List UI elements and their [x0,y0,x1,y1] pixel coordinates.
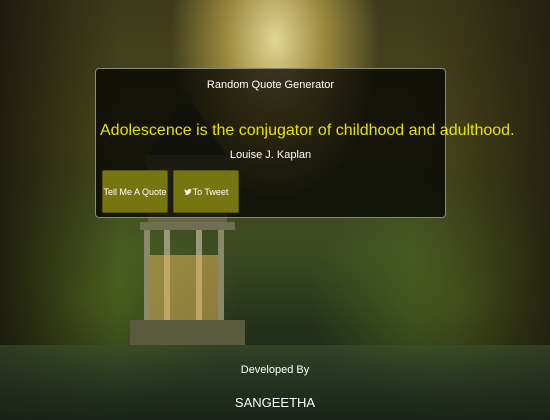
quote-text: Adolescence is the conjugator of childho… [100,122,515,139]
developer-name: SANGEETHA [234,395,316,410]
new-quote-button[interactable]: Tell Me A Quote [102,170,168,213]
tweet-button-label: To Tweet [192,186,229,197]
tweet-button[interactable]: To Tweet [173,170,239,213]
quote-author: Louise J. Kaplan [229,149,312,161]
app-title: Random Quote Generator [206,79,335,91]
twitter-icon [183,188,192,196]
quote-card: Random Quote Generator Adolescence is th… [95,68,515,218]
new-quote-button-label: Tell Me A Quote [103,186,167,197]
developed-by-label: Developed By [240,364,310,376]
